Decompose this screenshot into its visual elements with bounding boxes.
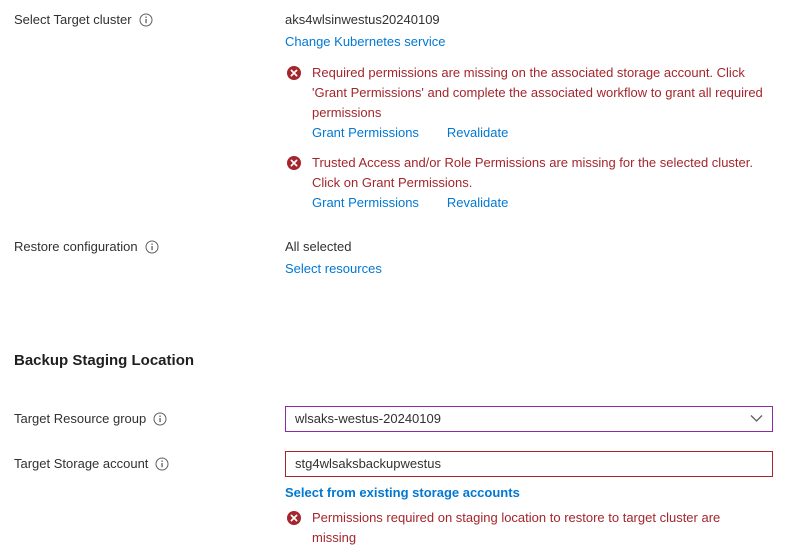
grant-permissions-link[interactable]: Grant Permissions xyxy=(312,123,419,143)
error-message: Permissions required on staging location… xyxy=(312,508,767,548)
grant-permissions-link[interactable]: Grant Permissions xyxy=(312,193,419,213)
target-resource-group-dropdown[interactable]: wlsaks-westus-20240109 xyxy=(285,406,773,432)
error-icon xyxy=(287,156,301,173)
target-cluster-value: aks4wlsinwestus20240109 xyxy=(285,10,773,30)
restore-configuration-value: All selected xyxy=(285,237,773,257)
error-message: Required permissions are missing on the … xyxy=(312,63,767,123)
revalidate-link[interactable]: Revalidate xyxy=(447,193,508,213)
trusted-access-error: Trusted Access and/or Role Permissions a… xyxy=(285,153,773,213)
chevron-down-icon xyxy=(750,407,763,431)
error-message: Trusted Access and/or Role Permissions a… xyxy=(312,153,767,193)
select-existing-storage-link[interactable]: Select from existing storage accounts xyxy=(285,483,520,503)
select-resources-link[interactable]: Select resources xyxy=(285,259,382,279)
error-icon xyxy=(287,66,301,83)
target-cluster-row: Select Target cluster aks4wlsinwestus202… xyxy=(14,10,773,213)
target-resource-group-selected: wlsaks-westus-20240109 xyxy=(295,407,441,431)
change-kubernetes-service-link[interactable]: Change Kubernetes service xyxy=(285,32,445,52)
target-storage-account-label: Target Storage account xyxy=(14,454,148,474)
restore-configuration-label: Restore configuration xyxy=(14,237,138,257)
info-icon[interactable] xyxy=(155,457,169,471)
error-icon xyxy=(287,511,301,528)
storage-permissions-error: Required permissions are missing on the … xyxy=(285,63,773,143)
staging-permissions-error: Permissions required on staging location… xyxy=(285,508,773,550)
backup-staging-location-header: Backup Staging Location xyxy=(14,351,773,371)
info-icon[interactable] xyxy=(139,13,153,27)
restore-configuration-row: Restore configuration All selected Selec… xyxy=(14,237,773,279)
target-storage-account-input[interactable]: stg4wlsaksbackupwestus xyxy=(285,451,773,477)
target-storage-account-row: Target Storage account stg4wlsaksbackupw… xyxy=(14,451,773,550)
target-resource-group-label: Target Resource group xyxy=(14,409,146,429)
target-storage-account-value: stg4wlsaksbackupwestus xyxy=(295,452,441,476)
target-resource-group-row: Target Resource group wlsaks-westus-2024… xyxy=(14,406,773,432)
target-cluster-label: Select Target cluster xyxy=(14,10,132,30)
info-icon[interactable] xyxy=(145,240,159,254)
revalidate-link[interactable]: Revalidate xyxy=(447,123,508,143)
info-icon[interactable] xyxy=(153,412,167,426)
